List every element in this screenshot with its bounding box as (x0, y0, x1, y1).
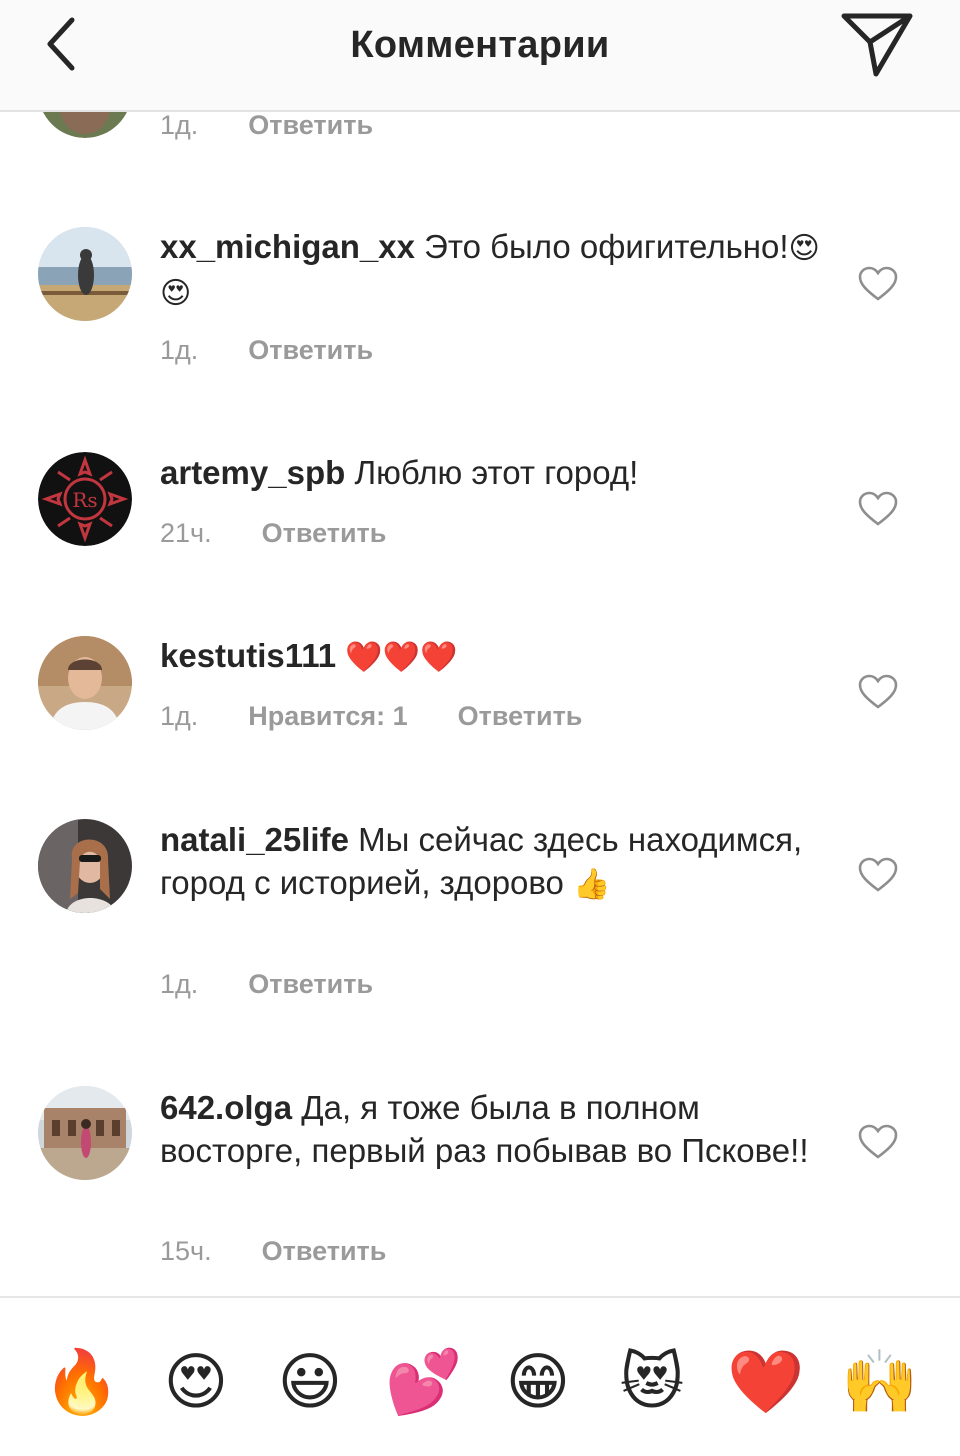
comment-meta: 21ч. Ответить (160, 518, 386, 549)
emoji-cat-heart-eyes-button[interactable]: 😻 (612, 1342, 692, 1422)
comments-screen: 1д. Ответить xx_michigan_xx Это было офиг… (0, 0, 960, 1456)
comment-meta: 15ч. Ответить (160, 1236, 386, 1267)
emoji-red-heart-button[interactable]: ❤️ (726, 1342, 806, 1422)
emoji-smile-button[interactable]: 😃 (270, 1342, 350, 1422)
avatar[interactable] (38, 819, 132, 913)
comment-emoji: ❤️❤️❤️ (345, 641, 458, 674)
comment-meta: 1д. Ответить (160, 110, 373, 141)
heart-icon[interactable] (858, 674, 898, 710)
comment-time: 1д. (160, 335, 199, 365)
emoji-two-hearts-button[interactable]: 💕 (384, 1342, 464, 1422)
comment-username[interactable]: artemy_spb (160, 454, 345, 491)
comment-emoji: 👍 (573, 868, 611, 901)
svg-text:Rs: Rs (72, 488, 97, 512)
emoji-raised-hands-button[interactable]: 🙌 (840, 1342, 920, 1422)
heart-icon[interactable] (858, 266, 898, 302)
comment-text: 642.olga Да, я тоже была в полном востор… (160, 1086, 820, 1172)
avatar[interactable] (38, 227, 132, 321)
comment-text: xx_michigan_xx Это было офигительно!😍 😍 (160, 225, 820, 315)
emoji-fire-button[interactable]: 🔥 (42, 1342, 122, 1422)
comment-text: kestutis111 ❤️❤️❤️ (160, 634, 820, 679)
comment-time: 21ч. (160, 518, 212, 548)
page-title: Комментарии (350, 24, 610, 66)
comment-text: artemy_spb Люблю этот город! (160, 451, 820, 494)
comment-meta: 1д. Ответить (160, 335, 373, 366)
emoji-grin-button[interactable]: 😁 (498, 1342, 578, 1422)
comment-meta: 1д. Ответить (160, 969, 373, 1000)
comment-body: Это было офигительно! (424, 228, 789, 265)
avatar[interactable] (38, 636, 132, 730)
top-navigation-bar: Комментарии (0, 0, 960, 112)
comment-username[interactable]: xx_michigan_xx (160, 228, 415, 265)
emoji-heart-eyes-button[interactable]: 😍 (156, 1342, 236, 1422)
comment-time: 1д. (160, 969, 199, 999)
heart-icon[interactable] (858, 1124, 898, 1160)
reply-button[interactable]: Ответить (262, 1236, 387, 1266)
comment-time: 1д. (160, 110, 199, 140)
heart-icon[interactable] (858, 491, 898, 527)
comment-username[interactable]: 642.olga (160, 1089, 292, 1126)
comment-username[interactable]: kestutis111 (160, 637, 336, 674)
comment-time: 15ч. (160, 1236, 212, 1266)
reply-button[interactable]: Ответить (248, 969, 373, 999)
comment-text: natali_25life Мы сейчас здесь находимся,… (160, 818, 820, 906)
comment-time: 1д. (160, 701, 199, 731)
comments-list[interactable]: 1д. Ответить xx_michigan_xx Это было офиг… (0, 0, 960, 1296)
heart-icon[interactable] (858, 857, 898, 893)
reply-button[interactable]: Ответить (248, 110, 373, 140)
reply-button[interactable]: Ответить (458, 701, 583, 731)
avatar[interactable]: Rs (38, 452, 132, 546)
reply-button[interactable]: Ответить (248, 335, 373, 365)
likes-count[interactable]: Нравится: 1 (248, 701, 407, 731)
share-button[interactable] (838, 10, 914, 78)
emoji-quick-bar: 🔥 😍 😃 💕 😁 😻 ❤️ 🙌 (0, 1296, 960, 1456)
comment-username[interactable]: natali_25life (160, 821, 349, 858)
comment-body: Люблю этот город! (354, 454, 639, 491)
paper-plane-icon (841, 13, 913, 77)
avatar[interactable] (38, 1086, 132, 1180)
reply-button[interactable]: Ответить (262, 518, 387, 548)
comment-meta: 1д. Нравится: 1 Ответить (160, 701, 582, 732)
